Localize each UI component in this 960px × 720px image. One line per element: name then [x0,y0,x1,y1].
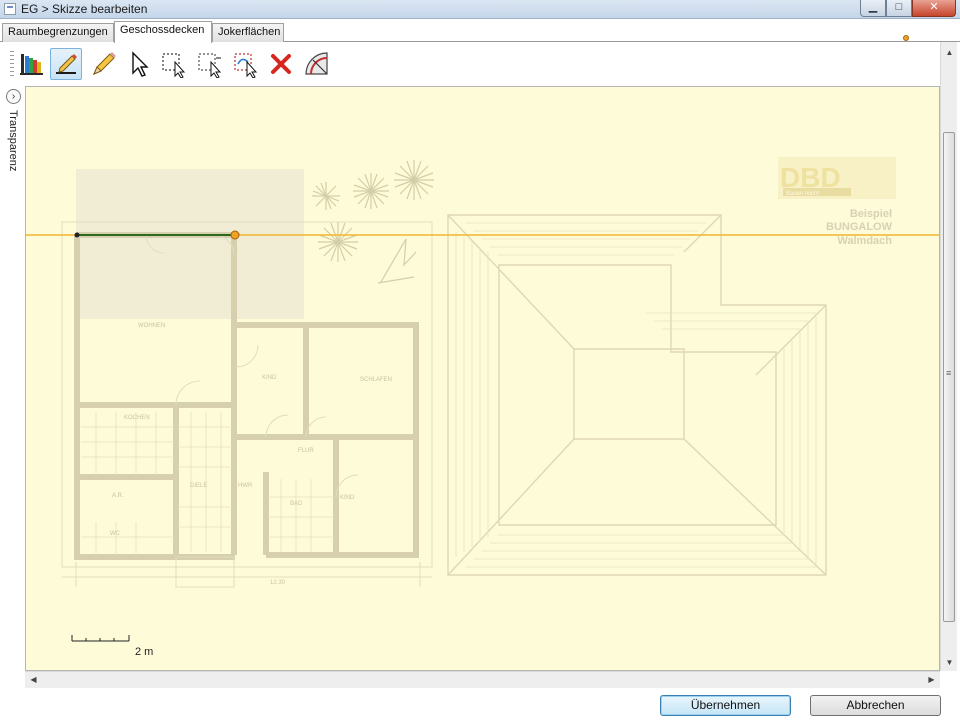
app-icon [4,3,16,15]
room-labels: WOHNEN KIND SCHLAFEN KOCHEN FLUR DIELE A… [110,323,392,586]
vertical-scrollbar[interactable]: ▲ ▼ [940,42,957,671]
scroll-right-arrow[interactable]: ▶ [923,672,940,689]
caption-line: Beispiel [850,208,892,220]
room-label: KIND [262,375,277,381]
tab-raumbegrenzungen[interactable]: Raumbegrenzungen [2,23,114,42]
scale-label: 2 m [135,646,153,658]
logo-block: DBD Bauen leicht Beispiel BUNGALOW Walmd… [778,157,896,247]
left-panel: › Transparenz [2,86,24,686]
toolbar-grip[interactable] [10,51,14,79]
expand-panel-button[interactable]: › [6,89,21,104]
close-button[interactable]: ✕ [912,0,956,17]
dimension-label: 12,30 [270,580,286,586]
minimize-button[interactable]: ▁ [860,0,886,17]
protractor-icon[interactable] [301,48,333,80]
drawing-canvas[interactable]: WOHNEN KIND SCHLAFEN KOCHEN FLUR DIELE A… [25,86,940,671]
toolbar [8,45,938,83]
dashed-rect-cursor-icon[interactable] [194,48,226,80]
scroll-up-arrow[interactable]: ▲ [941,44,958,61]
maximize-button[interactable]: □ [886,0,912,17]
roof-tiles [455,222,817,568]
scroll-down-arrow[interactable]: ▼ [941,654,958,671]
room-label: WOHNEN [138,323,165,329]
window-controls: ▁ □ ✕ [860,0,956,18]
room-label: SCHLAFEN [360,377,392,383]
scroll-thumb[interactable] [943,132,955,622]
apply-button[interactable]: Übernehmen [660,695,791,716]
pencil-icon[interactable] [87,48,119,80]
scale-bar [71,635,130,642]
window-title: EG > Skizze bearbeiten [21,2,148,16]
dashed-rect-move-icon[interactable] [230,48,262,80]
notification-dot [903,35,909,41]
logo-subtext: Bauen leicht [786,191,819,197]
room-label: KOCHEN [124,415,150,421]
horizontal-scrollbar[interactable]: ◀ ▶ [25,671,940,688]
room-label: WC [110,531,121,537]
tab-jokerflaechen[interactable]: Jokerflächen [212,23,284,42]
caption-line: BUNGALOW [826,221,893,233]
room-label: BAD [290,501,303,507]
room-label: KIND [340,495,355,501]
room-label: A.R. [112,493,124,499]
dashed-rect-cursor-icon[interactable] [158,48,190,80]
floor-plan-sketch: WOHNEN KIND SCHLAFEN KOCHEN FLUR DIELE A… [26,157,939,658]
red-x-icon[interactable] [265,48,297,80]
scroll-left-arrow[interactable]: ◀ [25,672,42,689]
pen-line-icon[interactable] [50,48,82,80]
cursor-arrow-icon[interactable] [123,48,155,80]
roof-plan [447,214,827,576]
room-label: DIELE [190,483,207,489]
cancel-button[interactable]: Abbrechen [810,695,941,716]
room-label: HWR [238,483,253,489]
room-label: FLUR [298,448,314,454]
segment-start-point[interactable] [74,232,80,238]
title-bar: EG > Skizze bearbeiten ▁ □ ✕ [0,0,960,19]
tab-bar: Raumbegrenzungen Geschossdecken Jokerflä… [0,21,960,43]
tab-geschossdecken[interactable]: Geschossdecken [114,21,212,43]
transparency-label[interactable]: Transparenz [3,110,23,190]
segment-end-point[interactable] [230,230,240,240]
caption-line: Walmdach [837,235,892,247]
terrace-area [76,169,304,319]
color-bars-icon[interactable] [16,48,48,80]
